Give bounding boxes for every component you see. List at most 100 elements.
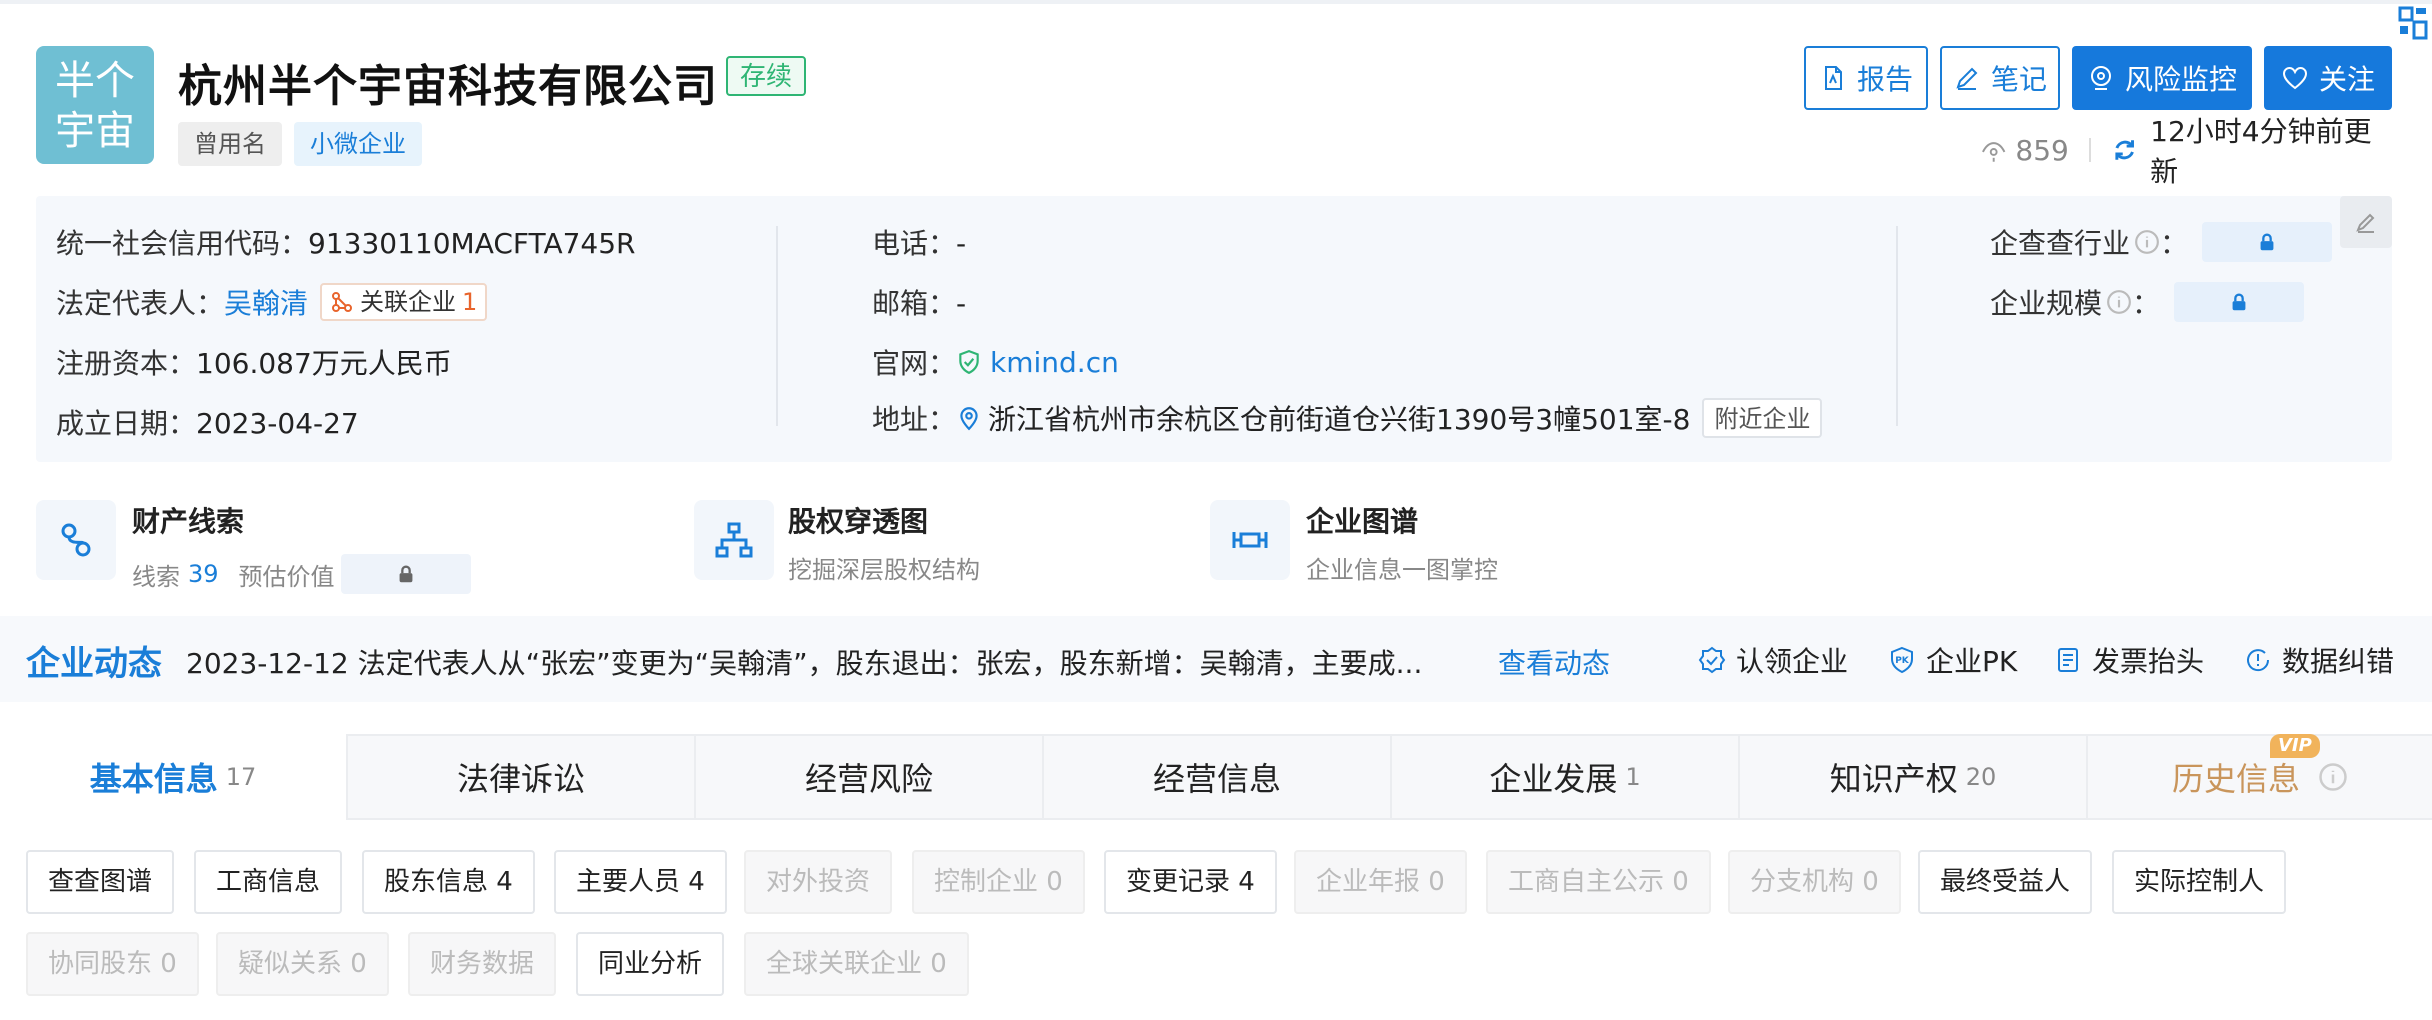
meta-divider	[2088, 138, 2091, 162]
company-pk-button[interactable]: PK 企业PK	[1888, 640, 2017, 680]
note-button[interactable]: 笔记	[1940, 46, 2060, 110]
tab-legal[interactable]: 法律诉讼	[348, 734, 696, 820]
tab-business-info[interactable]: 经营信息	[1044, 734, 1392, 820]
dynamics-text[interactable]: 2023-12-12 法定代表人从“张宏”变更为“吴翰清”，股东退出：张宏，股东…	[186, 642, 1422, 682]
relation-icon	[332, 292, 353, 312]
subtag-peer-analysis[interactable]: 同业分析	[576, 932, 725, 996]
org-chart-icon	[715, 522, 753, 558]
scale-colon: ：	[2132, 287, 2161, 320]
subtag-self-disclosure: 工商自主公示 0	[1486, 850, 1711, 914]
equity-chart-icon-box[interactable]	[694, 500, 774, 580]
chain-link-icon	[61, 523, 91, 557]
lock-icon	[2260, 233, 2274, 251]
info-circle-icon[interactable]	[2134, 229, 2160, 255]
enterprise-graph-title[interactable]: 企业图谱	[1306, 500, 1418, 540]
equity-chart-title[interactable]: 股权穿透图	[788, 500, 928, 540]
svg-text:PK: PK	[1895, 656, 1910, 666]
phone-label: 电话：	[872, 227, 957, 260]
enterprise-graph-icon-box[interactable]	[1210, 500, 1290, 580]
scale-locked[interactable]	[2174, 282, 2305, 322]
subtag-business-info[interactable]: 工商信息	[194, 850, 343, 914]
associated-companies-tag[interactable]: 关联企业 1	[320, 283, 488, 321]
scale-row: 企业规模 ：	[1990, 282, 2305, 322]
industry-locked[interactable]	[2202, 222, 2333, 262]
info-circle-icon[interactable]	[2106, 289, 2132, 315]
follow-button[interactable]: 关注	[2264, 46, 2392, 110]
associated-count: 1	[462, 288, 478, 316]
subtag-ultimate-beneficiary[interactable]: 最终受益人	[1918, 850, 2093, 914]
tab-business-risk[interactable]: 经营风险	[696, 734, 1044, 820]
claim-badge-icon	[1698, 646, 1726, 674]
founded-row: 成立日期：2023-04-27	[56, 402, 359, 442]
asset-clues-sub: 线索 39 预估价值	[132, 554, 471, 594]
legal-rep-link[interactable]: 吴翰清	[224, 282, 308, 322]
tab-label: 经营信息	[1152, 760, 1281, 798]
subtag-co-shareholders: 协同股东 0	[26, 932, 199, 996]
data-correction-button[interactable]: 数据纠错	[2244, 640, 2394, 680]
follow-label: 关注	[2318, 63, 2375, 96]
estimated-value-label: 预估价值	[238, 562, 335, 591]
invoice-header-label: 发票抬头	[2092, 645, 2205, 678]
legal-rep-label: 法定代表人：	[56, 287, 225, 320]
subtag-controlled: 控制企业 0	[912, 850, 1085, 914]
tab-history[interactable]: 历史信息	[2088, 734, 2432, 820]
estimated-value-locked[interactable]	[340, 554, 471, 594]
claim-company-button[interactable]: 认领企业	[1698, 640, 1848, 680]
subtag-key-personnel[interactable]: 主要人员 4	[554, 850, 727, 914]
website-link[interactable]: kmind.cn	[990, 346, 1119, 379]
lock-icon	[2232, 293, 2246, 311]
former-name-tag[interactable]: 曾用名	[178, 122, 282, 166]
monitor-eye-icon	[2090, 66, 2111, 90]
equity-chart-sub: 挖掘深层股权结构	[788, 556, 980, 584]
email-value: -	[956, 287, 967, 320]
credit-code-value[interactable]: 91330110MACFTA745R	[308, 227, 635, 260]
pk-shield-icon: PK	[1891, 646, 1913, 674]
invoice-header-button[interactable]: 发票抬头	[2054, 640, 2204, 680]
logo-text: 半个宇宙	[55, 58, 135, 154]
associated-label: 关联企业	[360, 288, 457, 316]
risk-monitor-button[interactable]: 风险监控	[2072, 46, 2252, 110]
view-count-icon	[1982, 142, 2006, 162]
tab-count: 20	[1965, 763, 1997, 791]
claim-company-label: 认领企业	[1736, 645, 1849, 678]
qrcode-icon[interactable]	[2396, 4, 2430, 44]
note-label: 笔记	[1990, 63, 2047, 96]
document-icon	[1824, 66, 1842, 90]
nearby-companies-button[interactable]: 附近企业	[1702, 398, 1823, 438]
subtag-branches: 分支机构 0	[1728, 850, 1901, 914]
refresh-icon[interactable]	[2111, 136, 2138, 164]
tab-label: 知识产权	[1829, 760, 1958, 798]
small-enterprise-tag[interactable]: 小微企业	[294, 122, 422, 166]
website-row: 官网： kmind.cn	[872, 342, 1119, 382]
subtag-shareholders[interactable]: 股东信息 4	[362, 850, 535, 914]
tab-development[interactable]: 企业发展 1	[1392, 734, 1740, 820]
industry-colon: ：	[2160, 227, 2189, 260]
status-badge: 存续	[726, 56, 807, 96]
asset-clues-icon-box[interactable]	[36, 500, 116, 580]
email-row: 邮箱：-	[872, 282, 966, 322]
update-time: 12小时4分钟前更新	[2150, 115, 2372, 188]
tab-count: 17	[225, 763, 257, 791]
address-label: 地址：	[872, 403, 957, 436]
subtag-graph[interactable]: 查查图谱	[26, 850, 175, 914]
website-label: 官网：	[872, 347, 957, 380]
tab-basic-info[interactable]: 基本信息 17	[0, 734, 348, 820]
subtag-actual-controller[interactable]: 实际控制人	[2112, 850, 2287, 914]
company-logo: 半个宇宙	[36, 46, 154, 164]
view-dynamics-link[interactable]: 查看动态	[1498, 642, 1610, 682]
tab-label: 基本信息	[89, 760, 218, 798]
founded-value: 2023-04-27	[196, 407, 359, 440]
tab-count: 1	[1625, 763, 1641, 791]
asset-clues-title[interactable]: 财产线索	[132, 500, 244, 540]
tab-ip[interactable]: 知识产权 20	[1740, 734, 2088, 820]
subtag-suspected-relations: 疑似关系 0	[216, 932, 389, 996]
subtag-change-records[interactable]: 变更记录 4	[1104, 850, 1277, 914]
report-button[interactable]: 报告	[1804, 46, 1928, 110]
subtag-global-related: 全球关联企业 0	[744, 932, 969, 996]
enterprise-graph-sub: 企业信息一图掌控	[1306, 556, 1498, 584]
info-circle-icon[interactable]	[2318, 762, 2348, 792]
clues-count[interactable]: 39	[188, 560, 219, 588]
address-value[interactable]: 浙江省杭州市余杭区仓前街道仓兴街1390号3幢501室-8	[988, 398, 1690, 438]
edit-button[interactable]	[2340, 196, 2392, 248]
edit-pencil-icon	[2356, 213, 2375, 233]
